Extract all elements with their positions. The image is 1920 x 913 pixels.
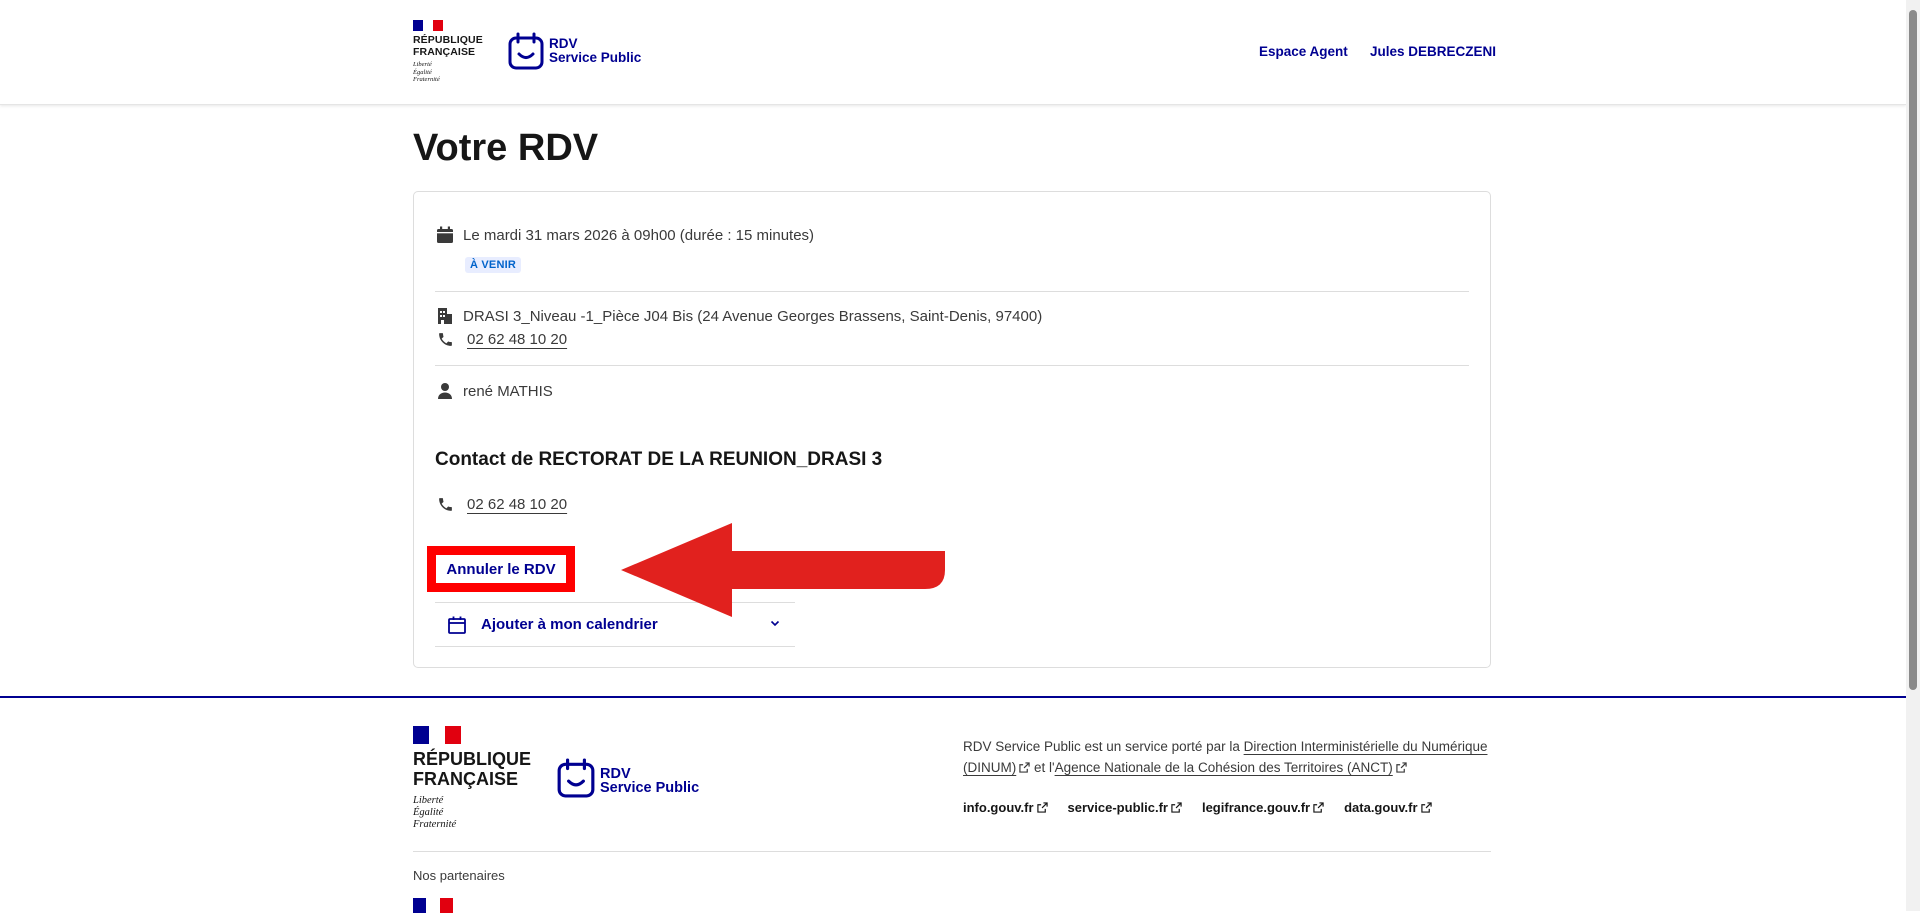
divider — [435, 365, 1469, 366]
footer-link-info-gouv[interactable]: info.gouv.fr — [963, 800, 1048, 815]
rdv-location-phone-row: 02 62 48 10 20 — [435, 329, 567, 349]
rdv-datetime: Le mardi 31 mars 2026 à 09h00 (durée : 1… — [463, 226, 815, 244]
footer-link-service-public[interactable]: service-public.fr — [1068, 800, 1182, 815]
rdv-datetime-row: Le mardi 31 mars 2026 à 09h00 (durée : 1… — [435, 225, 814, 245]
republic-motto: Liberté Égalité Fraternité — [413, 61, 440, 83]
footer-republic-name: RÉPUBLIQUE FRANÇAISE — [413, 749, 532, 789]
divider — [435, 291, 1469, 292]
external-link-icon — [1420, 802, 1432, 813]
site-header: RÉPUBLIQUE FRANÇAISE Liberté Égalité Fra… — [0, 0, 1906, 105]
user-icon — [435, 381, 455, 401]
rdv-service-public-logo[interactable]: RDV Service Public — [508, 32, 641, 70]
rdv-location: DRASI 3_Niveau -1_Pièce J04 Bis (24 Aven… — [463, 307, 1043, 325]
footer-description: RDV Service Public est un service porté … — [963, 739, 1488, 775]
external-link-icon — [1396, 762, 1407, 773]
rdv-person-row: rené MATHIS — [435, 381, 553, 401]
nav-user-account[interactable]: Jules DEBRECZENI — [1370, 44, 1496, 59]
scrollbar-thumb[interactable] — [1909, 10, 1917, 690]
french-flag-icon — [413, 726, 461, 744]
rdv-location-row: DRASI 3_Niveau -1_Pièce J04 Bis (24 Aven… — [435, 306, 1042, 326]
page-title: Votre RDV — [413, 127, 599, 169]
nav-espace-agent[interactable]: Espace Agent — [1259, 44, 1348, 59]
building-icon — [435, 306, 455, 326]
contact-title: Contact de RECTORAT DE LA REUNION_DRASI … — [435, 449, 883, 470]
external-link-icon — [1019, 762, 1030, 773]
footer-divider — [413, 851, 1491, 852]
footer-link-legifrance[interactable]: legifrance.gouv.fr — [1202, 800, 1324, 815]
french-flag-icon — [413, 20, 443, 31]
smiley-calendar-icon — [557, 758, 595, 803]
phone-icon — [435, 329, 455, 349]
rdv-card: Le mardi 31 mars 2026 à 09h00 (durée : 1… — [413, 191, 1491, 668]
external-link-icon — [1171, 802, 1182, 813]
partners-label: Nos partenaires — [413, 868, 505, 883]
footer-links: info.gouv.fr service-public.fr legifranc… — [963, 800, 1432, 815]
contact-phone-row: 02 62 48 10 20 — [435, 494, 567, 514]
cancel-rdv-button[interactable]: Annuler le RDV — [427, 546, 575, 592]
contact-phone-link[interactable]: 02 62 48 10 20 — [463, 496, 567, 513]
footer-link-data-gouv[interactable]: data.gouv.fr — [1344, 800, 1432, 815]
anct-link[interactable]: Agence Nationale de la Cohésion des Terr… — [1055, 760, 1407, 775]
external-link-icon — [1036, 802, 1048, 813]
location-phone-link[interactable]: 02 62 48 10 20 — [463, 331, 567, 348]
annotation-arrow — [621, 523, 945, 617]
brand-text: RDV Service Public — [549, 36, 642, 65]
footer-brand-text: RDV Service Public — [600, 765, 700, 796]
rdv-person: rené MATHIS — [463, 382, 553, 400]
site-footer: RÉPUBLIQUE FRANÇAISE Liberté Égalité Fra… — [0, 696, 1906, 913]
republique-francaise-logo[interactable]: RÉPUBLIQUE FRANÇAISE Liberté Égalité Fra… — [413, 20, 483, 84]
phone-icon — [435, 494, 455, 514]
republic-name: RÉPUBLIQUE FRANÇAISE — [413, 34, 483, 58]
calendar-icon — [435, 225, 455, 245]
smiley-calendar-icon — [508, 32, 544, 70]
footer-republic-motto: Liberté Égalité Fraternité — [413, 795, 457, 830]
status-badge: À VENIR — [465, 257, 522, 273]
footer-republique-francaise-logo[interactable]: RÉPUBLIQUE FRANÇAISE Liberté Égalité Fra… — [413, 726, 531, 831]
footer-rdv-logo[interactable]: RDV Service Public — [557, 758, 699, 803]
calendar-outline-icon — [447, 615, 467, 635]
external-link-icon — [1313, 802, 1324, 813]
page-scrollbar[interactable] — [1906, 0, 1920, 911]
